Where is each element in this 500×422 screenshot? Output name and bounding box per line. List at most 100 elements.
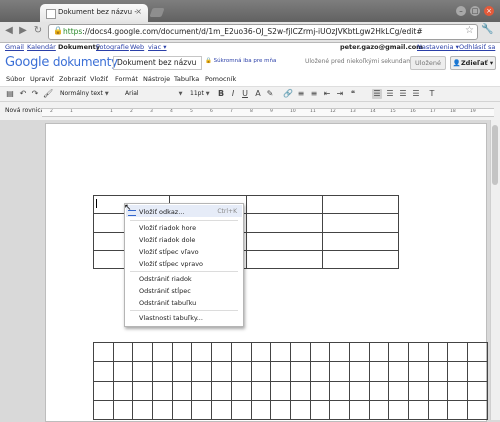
style-select[interactable]: Normálny text ▼ — [60, 89, 118, 98]
menu-item-insert-column-left[interactable]: Vložiť stĺpec vľavo — [139, 248, 199, 256]
table-cell[interactable] — [309, 399, 331, 421]
table-cell[interactable] — [467, 341, 488, 363]
table-cell[interactable] — [112, 361, 134, 382]
decrease-indent-icon[interactable]: ⇤ — [322, 89, 332, 99]
print-icon[interactable]: ▤ — [5, 89, 15, 99]
menu-tools[interactable]: Nástroje — [143, 75, 170, 83]
table-cell[interactable] — [348, 341, 370, 363]
table-cell[interactable] — [171, 341, 193, 363]
menu-insert[interactable]: Vložiť — [90, 75, 108, 83]
table-cell[interactable] — [368, 341, 390, 363]
table-cell[interactable] — [427, 341, 449, 363]
increase-indent-icon[interactable]: ⇥ — [335, 89, 345, 99]
table-cell[interactable] — [112, 380, 134, 401]
table-cell[interactable] — [329, 380, 350, 401]
table-cell[interactable] — [211, 380, 232, 401]
gbar-link-docs[interactable]: Dokumenty — [58, 43, 100, 51]
table-cell[interactable] — [447, 361, 469, 382]
logout-link[interactable]: Odhlásiť sa — [459, 43, 495, 51]
table-cell[interactable] — [270, 361, 291, 382]
align-justify-icon[interactable]: ☰ — [411, 89, 421, 99]
table-cell[interactable] — [348, 361, 370, 382]
menu-item-table-properties[interactable]: Vlastnosti tabuľky... — [139, 314, 203, 322]
table-cell[interactable] — [270, 341, 291, 363]
table-lower[interactable] — [93, 341, 488, 421]
new-equation-button[interactable]: Nová rovnica — [5, 107, 44, 114]
scrollbar-thumb[interactable] — [492, 125, 498, 185]
menu-view[interactable]: Zobraziť — [59, 75, 86, 83]
menu-file[interactable]: Súbor — [6, 75, 25, 83]
gbar-link-calendar[interactable]: Kalendár — [27, 43, 56, 51]
highlight-icon[interactable]: ✎ — [265, 89, 275, 99]
table-cell[interactable] — [289, 361, 311, 382]
menu-help[interactable]: Pomocník — [205, 75, 236, 83]
font-size-select[interactable]: 11pt ▼ — [190, 89, 214, 98]
table-cell[interactable] — [132, 380, 154, 401]
document-title-field[interactable]: Dokument bez názvu — [113, 56, 202, 70]
gbar-link-web[interactable]: Web — [130, 43, 144, 51]
quote-icon[interactable]: ❝ — [348, 89, 358, 99]
table-cell[interactable] — [93, 380, 114, 401]
table-cell[interactable] — [467, 361, 488, 382]
sharing-status[interactable]: 🔒 Súkromná iba pre mňa — [205, 58, 276, 64]
table-cell[interactable] — [348, 399, 370, 421]
table-cell[interactable] — [289, 399, 311, 421]
table-cell[interactable] — [93, 399, 114, 421]
table-cell[interactable] — [447, 380, 469, 401]
save-button[interactable]: Uložené — [410, 56, 446, 70]
table-cell[interactable] — [368, 380, 390, 401]
table-cell[interactable] — [191, 341, 213, 363]
table-cell[interactable] — [152, 380, 173, 401]
table-cell[interactable] — [408, 341, 429, 363]
table-cell[interactable] — [171, 380, 193, 401]
menu-item-insert-row-below[interactable]: Vložiť riadok dole — [139, 236, 195, 244]
table-cell[interactable] — [245, 213, 323, 233]
redo-icon[interactable]: ↷ — [30, 89, 40, 99]
table-cell[interactable] — [211, 341, 232, 363]
table-cell[interactable] — [132, 361, 154, 382]
table-cell[interactable] — [152, 341, 173, 363]
table-cell[interactable] — [152, 399, 173, 421]
table-cell[interactable] — [250, 399, 272, 421]
table-cell[interactable] — [388, 380, 409, 401]
underline-icon[interactable]: U — [240, 89, 250, 99]
table-cell[interactable] — [289, 380, 311, 401]
menu-item-insert-link[interactable]: Vložiť odkaz... — [128, 208, 184, 216]
table-cell[interactable] — [388, 341, 409, 363]
table-cell[interactable] — [368, 399, 390, 421]
table-cell[interactable] — [427, 399, 449, 421]
table-cell[interactable] — [289, 341, 311, 363]
ruler[interactable]: 2 1 1 2 3 4 5 6 7 8 9 10 11 12 13 14 15 16 17 18 19 — [42, 108, 494, 117]
table-cell[interactable] — [250, 380, 272, 401]
italic-icon[interactable]: I — [228, 89, 238, 99]
table-cell[interactable] — [427, 361, 449, 382]
table-cell[interactable] — [245, 231, 323, 251]
menu-item-delete-table[interactable]: Odstrániť tabuľku — [139, 299, 196, 307]
table-cell[interactable] — [408, 399, 429, 421]
table-cell[interactable] — [270, 399, 291, 421]
align-left-icon[interactable]: ☰ — [372, 89, 382, 99]
new-tab-button[interactable] — [149, 8, 165, 17]
table-cell[interactable] — [211, 399, 232, 421]
table-cell[interactable] — [230, 341, 252, 363]
bold-icon[interactable]: B — [216, 89, 226, 99]
bookmark-star-icon[interactable]: ☆ — [465, 25, 474, 36]
table-cell[interactable] — [408, 380, 429, 401]
bulleted-list-icon[interactable]: ≡ — [309, 89, 319, 99]
reload-icon[interactable]: ↻ — [31, 25, 45, 36]
table-cell[interactable] — [408, 361, 429, 382]
maximize-button[interactable]: □ — [470, 6, 480, 16]
table-cell[interactable] — [230, 380, 252, 401]
table-cell[interactable] — [321, 249, 400, 270]
menu-edit[interactable]: Upraviť — [30, 75, 54, 83]
table-cell[interactable] — [309, 380, 331, 401]
back-arrow-icon[interactable]: ◀ — [2, 25, 16, 36]
paint-format-icon[interactable]: 🖌 — [43, 89, 53, 99]
table-cell[interactable] — [368, 361, 390, 382]
close-window-button[interactable]: × — [484, 6, 494, 16]
table-cell[interactable] — [388, 399, 409, 421]
link-icon[interactable]: 🔗 — [283, 89, 293, 99]
gbar-link-gmail[interactable]: Gmail — [5, 43, 24, 51]
table-cell[interactable] — [245, 194, 323, 215]
table-cell[interactable] — [427, 380, 449, 401]
